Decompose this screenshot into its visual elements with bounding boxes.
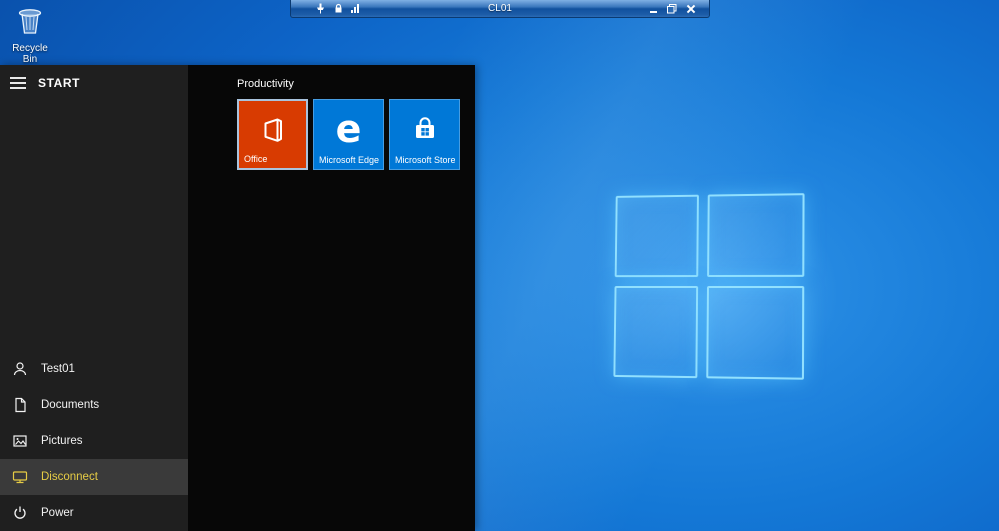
windows-logo-pane — [613, 286, 698, 379]
recycle-bin-glyph — [18, 9, 42, 34]
close-button[interactable] — [683, 2, 699, 15]
document-icon — [15, 397, 26, 413]
tile-label: Office — [244, 154, 268, 164]
start-item-label: Test01 — [41, 363, 75, 375]
minimize-button[interactable] — [645, 2, 661, 15]
minimize-icon — [649, 10, 657, 13]
recycle-bin-icon[interactable]: Recycle Bin — [4, 4, 56, 65]
tile-office[interactable]: Office — [237, 99, 308, 170]
tile-microsoft-store[interactable]: Microsoft Store — [389, 99, 460, 170]
start-item-user[interactable]: Test01 — [0, 351, 188, 387]
rdp-connection-bar[interactable]: CL01 — [290, 0, 710, 18]
start-menu-tiles-panel: Productivity Office e Microsoft Edge Mic… — [188, 65, 475, 531]
start-item-label: Disconnect — [41, 471, 98, 483]
edge-logo-icon: e — [335, 107, 362, 151]
tile-label: Microsoft Store — [395, 155, 455, 165]
connection-status-icons — [291, 3, 359, 14]
windows-logo-pane — [705, 286, 805, 380]
office-logo-icon — [239, 110, 306, 150]
start-menu-rail: START Test01 Documents Pictures Disconne… — [0, 65, 188, 531]
restore-icon — [667, 3, 677, 13]
windows-logo-pane — [706, 193, 805, 278]
start-item-label: Power — [41, 507, 74, 519]
user-icon — [13, 362, 27, 376]
close-icon — [686, 4, 696, 14]
recycle-bin-label: Recycle Bin — [12, 43, 48, 65]
start-item-label: Documents — [41, 399, 100, 411]
desktop-background[interactable]: CL01 Recycle Bin START Test01 Documents … — [0, 0, 999, 531]
pin-icon[interactable] — [315, 3, 326, 14]
disconnect-icon — [12, 471, 28, 484]
start-item-pictures[interactable]: Pictures — [0, 423, 188, 459]
windows-logo — [613, 193, 805, 380]
restore-button[interactable] — [664, 2, 680, 15]
store-logo-icon — [390, 109, 459, 149]
tile-microsoft-edge[interactable]: e Microsoft Edge — [313, 99, 384, 170]
lock-icon — [335, 3, 342, 13]
tile-group-title[interactable]: Productivity — [237, 78, 475, 90]
tile-label: Microsoft Edge — [319, 155, 379, 165]
start-menu: START Test01 Documents Pictures Disconne… — [0, 65, 475, 531]
start-menu-title: START — [38, 76, 81, 90]
windows-logo-pane — [614, 194, 699, 278]
start-item-power[interactable]: Power — [0, 495, 188, 531]
hamburger-menu-button[interactable] — [10, 77, 26, 89]
power-icon — [14, 506, 26, 519]
signal-icon — [351, 4, 359, 13]
start-item-disconnect[interactable]: Disconnect — [0, 459, 188, 495]
start-item-label: Pictures — [41, 435, 83, 447]
start-item-documents[interactable]: Documents — [0, 387, 188, 423]
pictures-icon — [13, 435, 27, 447]
